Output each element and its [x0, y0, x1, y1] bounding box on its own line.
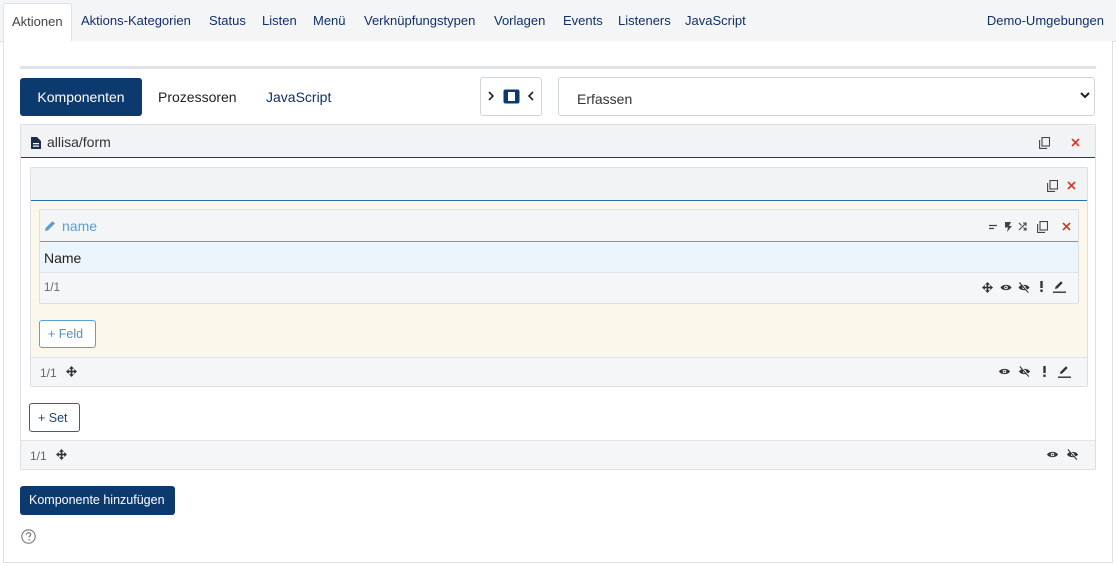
copy-icon[interactable]: [1039, 137, 1050, 149]
eye-slash-icon[interactable]: [1066, 449, 1079, 460]
panel-toggle-button[interactable]: [480, 77, 542, 116]
component-header: allisa/form: [21, 125, 1095, 158]
chevron-right-icon: [488, 91, 494, 101]
close-icon[interactable]: [1071, 138, 1080, 147]
demo-environments-link[interactable]: Demo-Umgebungen: [987, 13, 1104, 28]
tab-komponenten[interactable]: Komponenten: [20, 78, 142, 116]
tab-javascript[interactable]: JavaScript: [685, 13, 746, 28]
bolt-icon[interactable]: [1004, 222, 1012, 232]
tab-listen[interactable]: Listen: [262, 13, 297, 28]
tab-listeners[interactable]: Listeners: [618, 13, 671, 28]
help-icon[interactable]: [21, 529, 36, 544]
tab-aktionen[interactable]: Aktionen: [3, 3, 72, 42]
pencil-icon: [44, 220, 56, 232]
eye-slash-icon[interactable]: [1018, 282, 1030, 293]
move-icon[interactable]: [66, 366, 77, 377]
tab-menu[interactable]: Menü: [313, 13, 346, 28]
shuffle-icon[interactable]: [1018, 222, 1027, 231]
add-set-button[interactable]: + Set: [29, 403, 80, 432]
close-icon[interactable]: [1067, 181, 1076, 190]
field-label: Name: [40, 242, 1078, 273]
pen-icon[interactable]: [1058, 366, 1071, 378]
chevron-left-icon: [528, 91, 534, 101]
chevron-down-icon: [1080, 92, 1090, 99]
field-counter: 1/1: [44, 282, 60, 294]
component-counter: 1/1: [30, 449, 47, 463]
field-header: name: [40, 210, 1078, 242]
tab-status[interactable]: Status: [209, 13, 246, 28]
tab-vorlagen[interactable]: Vorlagen: [494, 13, 545, 28]
add-field-button[interactable]: + Feld: [39, 320, 96, 348]
tab-verknuepfungstypen[interactable]: Verknüpfungstypen: [364, 13, 475, 28]
field-title[interactable]: name: [62, 218, 97, 234]
eye-slash-icon[interactable]: [1018, 366, 1031, 377]
tab-aktions-kategorien[interactable]: Aktions-Kategorien: [81, 13, 191, 28]
component-title: allisa/form: [47, 134, 111, 150]
move-icon[interactable]: [982, 282, 993, 293]
tab-prozessoren[interactable]: Prozessoren: [158, 78, 237, 116]
field-panel: name Name 1/1: [39, 209, 1079, 304]
copy-icon[interactable]: [1047, 180, 1058, 192]
step-select-value: Erfassen: [577, 91, 633, 107]
tab-events[interactable]: Events: [563, 13, 603, 28]
divider: [20, 66, 1096, 69]
pen-icon[interactable]: [1053, 281, 1066, 293]
eye-icon[interactable]: [1046, 450, 1059, 459]
close-icon[interactable]: [1062, 222, 1071, 231]
eye-icon[interactable]: [1000, 283, 1012, 292]
step-select[interactable]: Erfassen: [558, 77, 1095, 116]
tab-sub-javascript[interactable]: JavaScript: [266, 78, 331, 116]
set-counter: 1/1: [40, 366, 57, 380]
document-icon: [31, 137, 41, 149]
columns-icon: [503, 89, 520, 104]
required-icon[interactable]: [1040, 281, 1043, 292]
copy-icon[interactable]: [1037, 221, 1048, 233]
move-icon[interactable]: [56, 449, 67, 460]
set-footer: 1/1: [31, 357, 1087, 386]
required-icon[interactable]: [1043, 366, 1046, 377]
field-footer: 1/1: [40, 273, 1078, 303]
top-tab-bar: Aktionen Aktions-Kategorien Status Liste…: [0, 0, 1116, 42]
set-panel: name Name 1/1 + Feld 1/1: [30, 167, 1088, 387]
eye-icon[interactable]: [998, 367, 1011, 376]
component-panel: allisa/form name Name 1/1 + Feld 1/1 + S…: [20, 124, 1096, 470]
add-component-button[interactable]: Komponente hinzufügen: [20, 486, 175, 515]
component-footer: 1/1: [21, 440, 1095, 469]
condition-icon[interactable]: [989, 224, 998, 230]
set-header: [31, 168, 1087, 201]
